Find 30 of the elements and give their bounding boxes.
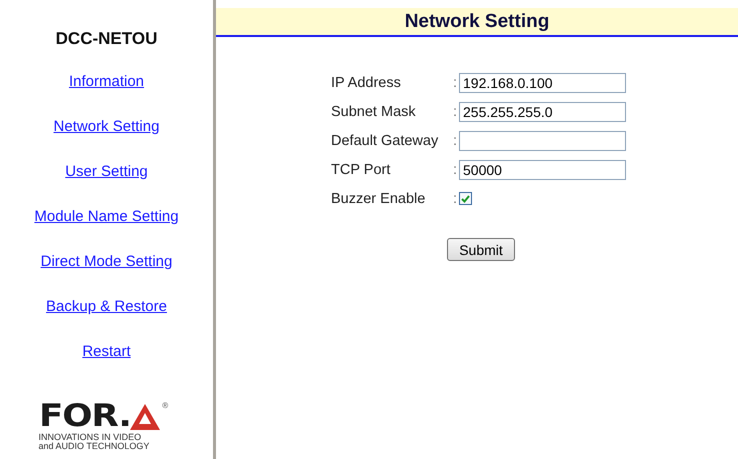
field-label: Default Gateway (331, 132, 440, 148)
text-input-field[interactable] (459, 130, 626, 150)
colon-separator: : (453, 104, 458, 120)
field-label: IP Address (331, 74, 402, 90)
field-label: Subnet Mask (331, 104, 417, 120)
logo-tagline: and AUDIO TECHNOLOGY (38, 442, 150, 451)
nav-link[interactable]: Restart (82, 341, 131, 363)
text-input-field[interactable]: 255.255.255.0 (459, 102, 626, 122)
registered-mark: ® (162, 401, 168, 410)
colon-separator: : (453, 74, 458, 90)
logo-triangle-icon (130, 404, 160, 430)
colon-separator: : (453, 190, 458, 206)
submit-button[interactable]: Submit (447, 238, 515, 261)
colon-separator: : (453, 132, 458, 148)
nav-link[interactable]: Network Setting (54, 116, 160, 138)
text-input-field[interactable]: 50000 (459, 160, 626, 180)
text-input-field[interactable]: 192.168.0.100 (459, 72, 626, 92)
logo-wordmark: FOR. (38, 401, 130, 431)
checkbox[interactable] (459, 192, 472, 205)
field-label: Buzzer Enable (331, 190, 426, 206)
colon-separator: : (453, 162, 458, 178)
nav-link[interactable]: Backup & Restore (46, 296, 167, 318)
nav-link[interactable]: Direct Mode Setting (40, 251, 172, 273)
field-label: TCP Port (331, 162, 392, 178)
nav-link[interactable]: Module Name Setting (34, 206, 179, 228)
page-title-bar: Network Setting (216, 8, 738, 37)
nav-link[interactable]: Information (68, 71, 144, 93)
nav-link[interactable]: User Setting (65, 161, 148, 183)
logo-tagline: INNOVATIONS IN VIDEO (38, 433, 142, 442)
device-title: DCC-NETOU (56, 29, 158, 50)
